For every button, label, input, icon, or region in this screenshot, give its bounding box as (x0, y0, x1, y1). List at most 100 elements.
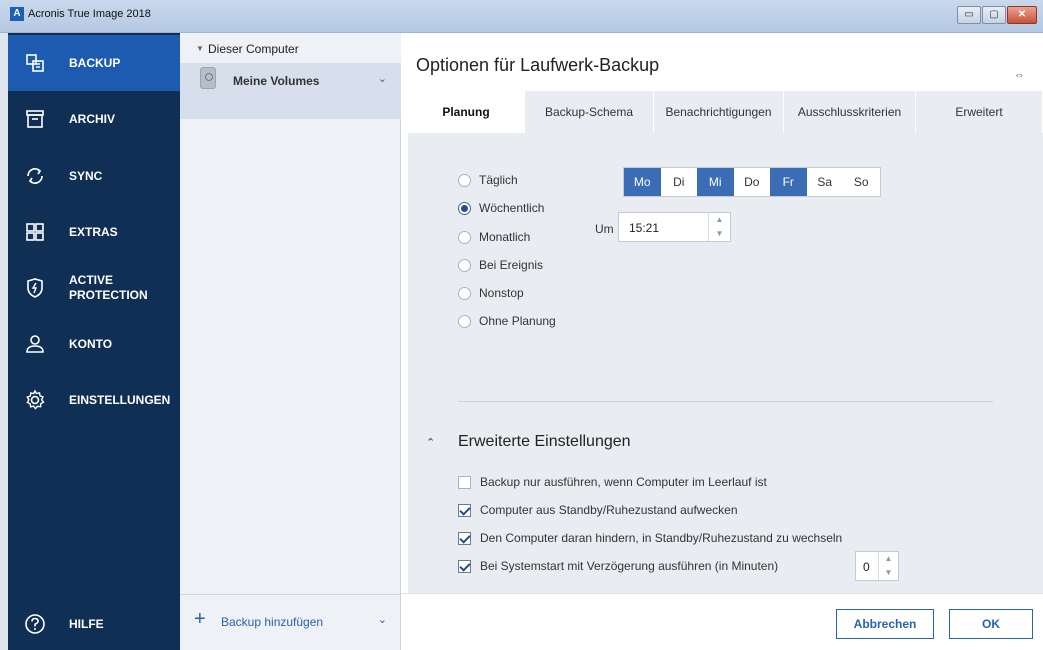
nav-item-backup[interactable]: BACKUP (8, 35, 180, 91)
nav-label-extras: EXTRAS (69, 224, 118, 239)
maximize-button[interactable]: ▢ (982, 6, 1006, 24)
archive-icon (24, 108, 46, 130)
day-toggle-mo[interactable]: Mo (624, 168, 661, 196)
radio-button[interactable] (458, 314, 471, 328)
day-toggle-sa[interactable]: Sa (806, 168, 843, 196)
ok-button[interactable]: OK (949, 609, 1033, 639)
backup-icon (24, 52, 46, 74)
chevron-down-icon[interactable]: ▼ (709, 227, 730, 241)
radio-label: Ohne Planung (479, 314, 556, 328)
window-controls: ▭ ▢ ✕ (956, 6, 1037, 24)
acronis-logo-icon: A (10, 7, 24, 21)
backup-sources-panel: ▼ Dieser Computer Meine Volumes ⌄ + Back… (180, 33, 401, 650)
nav-label-einstellungen: EINSTELLUNGEN (69, 392, 171, 407)
chevron-up-icon[interactable]: ▲ (879, 552, 898, 566)
weekday-selector: Mo Di Mi Do Fr Sa So (623, 167, 881, 197)
add-backup-label: Backup hinzufügen (221, 615, 324, 629)
section-divider (458, 401, 993, 402)
delay-minutes-input[interactable]: 0 ▲ ▼ (855, 551, 899, 581)
time-label: Um (595, 222, 614, 236)
window-titlebar: A Acronis True Image 2018 ▭ ▢ ✕ (0, 0, 1043, 33)
options-tabs: Planung Backup-Schema Benachrichtigungen… (408, 91, 1043, 133)
radio-label: Wöchentlich (479, 201, 545, 215)
source-item-meine-volumes[interactable]: Meine Volumes ⌄ (180, 63, 401, 119)
tab-benachrichtigungen[interactable]: Benachrichtigungen (654, 91, 784, 133)
day-toggle-do[interactable]: Do (733, 168, 770, 196)
source-group-header[interactable]: ▼ Dieser Computer (180, 33, 401, 63)
user-icon (24, 333, 46, 355)
delay-stepper[interactable]: ▲ ▼ (878, 552, 898, 580)
radio-button[interactable] (458, 201, 471, 215)
radio-button[interactable] (458, 173, 471, 187)
close-button[interactable]: ✕ (1007, 6, 1037, 24)
checkbox-label: Den Computer daran hindern, in Standby/R… (480, 531, 843, 545)
radio-button[interactable] (458, 230, 471, 244)
chevron-down-icon[interactable]: ⌄ (378, 613, 387, 626)
tab-ausschlusskriterien[interactable]: Ausschlusskriterien (784, 91, 916, 133)
day-toggle-mi[interactable]: Mi (697, 168, 734, 196)
checkbox-wake-from-standby[interactable]: Computer aus Standby/Ruhezustand aufweck… (458, 503, 738, 517)
nav-item-active-protection[interactable]: ACTIVE PROTECTION (8, 260, 180, 316)
checkbox-idle-only[interactable]: Backup nur ausführen, wenn Computer im L… (458, 475, 767, 489)
advanced-settings-heading[interactable]: Erweiterte Einstellungen (458, 433, 631, 451)
time-stepper[interactable]: ▲ ▼ (708, 213, 730, 241)
nav-item-archiv[interactable]: ARCHIV (8, 91, 180, 147)
radio-nonstop[interactable]: Nonstop (458, 286, 524, 300)
nav-item-hilfe[interactable]: HILFE (8, 596, 180, 650)
nav-label-archiv: ARCHIV (69, 111, 116, 126)
window-title: Acronis True Image 2018 (28, 8, 151, 20)
checkbox[interactable] (458, 475, 471, 489)
tab-backup-schema[interactable]: Backup-Schema (525, 91, 654, 133)
chevron-down-icon[interactable]: ⌄ (378, 72, 387, 85)
tab-planung[interactable]: Planung (408, 91, 525, 133)
radio-monatlich[interactable]: Monatlich (458, 230, 530, 244)
delay-value: 0 (863, 560, 870, 574)
cancel-button[interactable]: Abbrechen (836, 609, 934, 639)
day-toggle-so[interactable]: So (843, 168, 880, 196)
schedule-content: Täglich Wöchentlich Monatlich Bei Ereign… (408, 133, 1043, 593)
checkbox-label: Backup nur ausführen, wenn Computer im L… (480, 475, 767, 489)
checkbox-label: Bei Systemstart mit Verzögerung ausführe… (480, 559, 779, 573)
chevron-down-icon[interactable]: ▼ (879, 566, 898, 580)
radio-bei-ereignis[interactable]: Bei Ereignis (458, 258, 543, 272)
resize-arrows-icon[interactable]: ⇔ (1014, 69, 1025, 81)
chevron-up-icon[interactable]: ▲ (709, 213, 730, 227)
checkbox-label: Computer aus Standby/Ruhezustand aufweck… (480, 503, 738, 517)
radio-label: Nonstop (479, 286, 524, 300)
nav-label-backup: BACKUP (69, 55, 121, 70)
close-icon: ✕ (1017, 9, 1027, 20)
time-value: 15:21 (629, 221, 660, 235)
checkbox[interactable] (458, 559, 471, 573)
minimize-button[interactable]: ▭ (957, 6, 981, 24)
day-toggle-di[interactable]: Di (660, 168, 697, 196)
checkbox[interactable] (458, 503, 471, 517)
nav-item-konto[interactable]: KONTO (8, 316, 180, 372)
plus-icon: + (194, 608, 206, 630)
source-group-label: Dieser Computer (208, 42, 299, 56)
day-toggle-fr[interactable]: Fr (770, 168, 807, 196)
nav-item-einstellungen[interactable]: EINSTELLUNGEN (8, 372, 180, 428)
radio-ohne-planung[interactable]: Ohne Planung (458, 314, 556, 328)
checkbox[interactable] (458, 531, 471, 545)
backup-options-dialog: Optionen für Laufwerk-Backup ⇔ Planung B… (401, 33, 1043, 650)
checkbox-startup-delay[interactable]: Bei Systemstart mit Verzögerung ausführe… (458, 559, 778, 573)
shield-icon (24, 277, 46, 299)
time-input[interactable]: 15:21 ▲ ▼ (618, 212, 731, 242)
collapse-triangle-icon: ▼ (196, 44, 204, 53)
radio-taeglich[interactable]: Täglich (458, 173, 518, 187)
radio-button[interactable] (458, 258, 471, 272)
page-title: Optionen für Laufwerk-Backup (416, 55, 660, 75)
add-backup-button[interactable]: + Backup hinzufügen ⌄ (180, 594, 401, 650)
radio-label: Täglich (479, 173, 518, 187)
gear-icon (24, 389, 46, 411)
source-item-label: Meine Volumes (233, 74, 320, 88)
tab-erweitert[interactable]: Erweitert (916, 91, 1043, 133)
radio-woechentlich[interactable]: Wöchentlich (458, 201, 544, 215)
nav-item-sync[interactable]: SYNC (8, 148, 180, 204)
tools-grid-icon (24, 221, 46, 243)
nav-item-extras[interactable]: EXTRAS (8, 204, 180, 260)
checkbox-prevent-standby[interactable]: Den Computer daran hindern, in Standby/R… (458, 531, 842, 545)
chevron-up-icon[interactable]: ⌃ (426, 436, 435, 449)
sync-icon (24, 165, 46, 187)
radio-button[interactable] (458, 286, 471, 300)
